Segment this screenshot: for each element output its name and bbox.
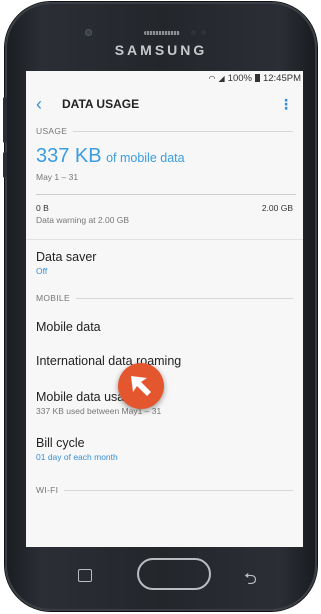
usage-range: May 1 – 31 [36, 172, 79, 182]
usage-summary: 337 KB of mobile data [26, 139, 303, 168]
usage-scale: 0 B 2.00 GB [26, 195, 303, 213]
section-header-wifi: WI-FI [26, 482, 303, 498]
section-label: WI-FI [36, 485, 59, 495]
volume-button[interactable] [3, 97, 7, 143]
data-saver-row[interactable]: Data saver Off [26, 250, 303, 276]
section-header-mobile: MOBILE [26, 290, 303, 306]
brand-logo: SAMSUNG [114, 42, 208, 58]
signal-icon: ◢ [218, 73, 225, 83]
mobile-data-usage-sub: 337 KB used between May1 – 31 [36, 406, 162, 416]
scale-min: 0 B [36, 203, 49, 213]
sensor-icon [191, 30, 196, 35]
home-button[interactable] [137, 558, 211, 590]
scale-max: 2.00 GB [261, 203, 293, 213]
bixby-button[interactable] [3, 152, 7, 178]
app-bar: ‹ DATA USAGE ⋮ [26, 85, 303, 123]
front-camera-icon [85, 29, 92, 36]
page-title: DATA USAGE [62, 97, 140, 111]
pointer-arrow-icon [118, 363, 164, 409]
earpiece-speaker [144, 31, 180, 35]
bill-cycle-row[interactable]: Bill cycle 01 day of each month [26, 436, 303, 462]
usage-amount: 337 KB [36, 145, 102, 167]
wifi-icon: ◠ [208, 73, 216, 83]
bill-cycle-sub: 01 day of each month [36, 452, 118, 462]
data-saver-value: Off [36, 266, 48, 276]
section-label: USAGE [36, 126, 68, 136]
status-bar: ◠ ◢ 100% 12:45PM [26, 71, 303, 85]
section-label: MOBILE [36, 293, 70, 303]
more-vert-icon[interactable]: ⋮ [279, 96, 293, 113]
bill-cycle-label: Bill cycle [36, 436, 85, 450]
data-warning-text: Data warning at 2.00 GB [36, 215, 130, 225]
usage-suffix: of mobile data [106, 151, 185, 165]
screen: ◠ ◢ 100% 12:45PM ‹ DATA USAGE ⋮ USAGE 33… [26, 71, 303, 547]
data-saver-label: Data saver [36, 250, 97, 264]
sensor-icon [201, 30, 206, 35]
clock: 12:45PM [262, 72, 301, 84]
divider [26, 239, 303, 240]
mobile-data-row[interactable]: Mobile data [26, 320, 303, 334]
back-icon[interactable]: ⮌ [244, 568, 257, 595]
hardware-keys: ⮌ [26, 547, 303, 595]
roaming-row[interactable]: International data roaming [26, 354, 303, 368]
mobile-data-label: Mobile data [36, 320, 101, 334]
section-header-usage: USAGE [26, 123, 303, 139]
mobile-data-usage-row[interactable]: Mobile data usage 337 KB used between Ma… [26, 390, 303, 416]
battery-percent: 100% [227, 72, 252, 84]
roaming-label: International data roaming [36, 354, 182, 368]
chevron-left-icon[interactable]: ‹ [36, 94, 56, 115]
mobile-data-usage-label: Mobile data usage [36, 390, 139, 404]
battery-icon [254, 74, 260, 82]
recent-apps-icon[interactable] [78, 569, 92, 582]
